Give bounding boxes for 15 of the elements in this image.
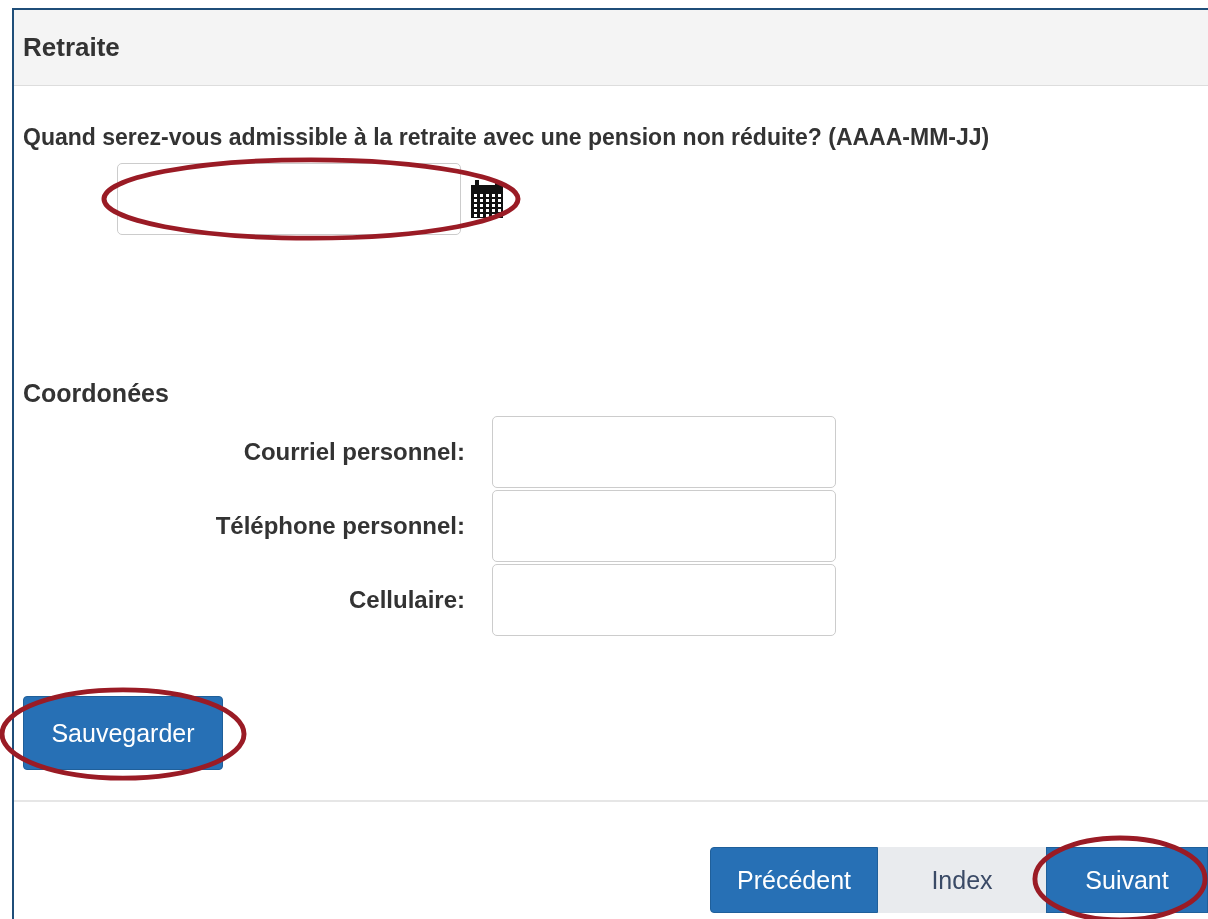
- field-label: Cellulaire:: [347, 586, 465, 614]
- field-label: Téléphone personnel:: [214, 512, 465, 540]
- save-button[interactable]: Sauvegarder: [23, 696, 223, 770]
- input-field[interactable]: [492, 564, 836, 636]
- pager-button[interactable]: Index: [878, 847, 1046, 913]
- question-label: Quand serez-vous admissible à la retraite avec une pension non réduite? (AAAA-MM-JJ): [23, 124, 991, 151]
- field-label: Courriel personnel:: [242, 438, 465, 466]
- pager-button[interactable]: Suivant: [1046, 847, 1208, 913]
- panel-title: Retraite: [23, 32, 120, 63]
- calendar-icon[interactable]: [471, 180, 503, 218]
- input-field[interactable]: [492, 416, 836, 488]
- date-field[interactable]: [117, 163, 461, 235]
- pager-button[interactable]: Précédent: [710, 847, 878, 913]
- section-heading: Coordonées: [23, 379, 170, 408]
- input-field[interactable]: [492, 490, 836, 562]
